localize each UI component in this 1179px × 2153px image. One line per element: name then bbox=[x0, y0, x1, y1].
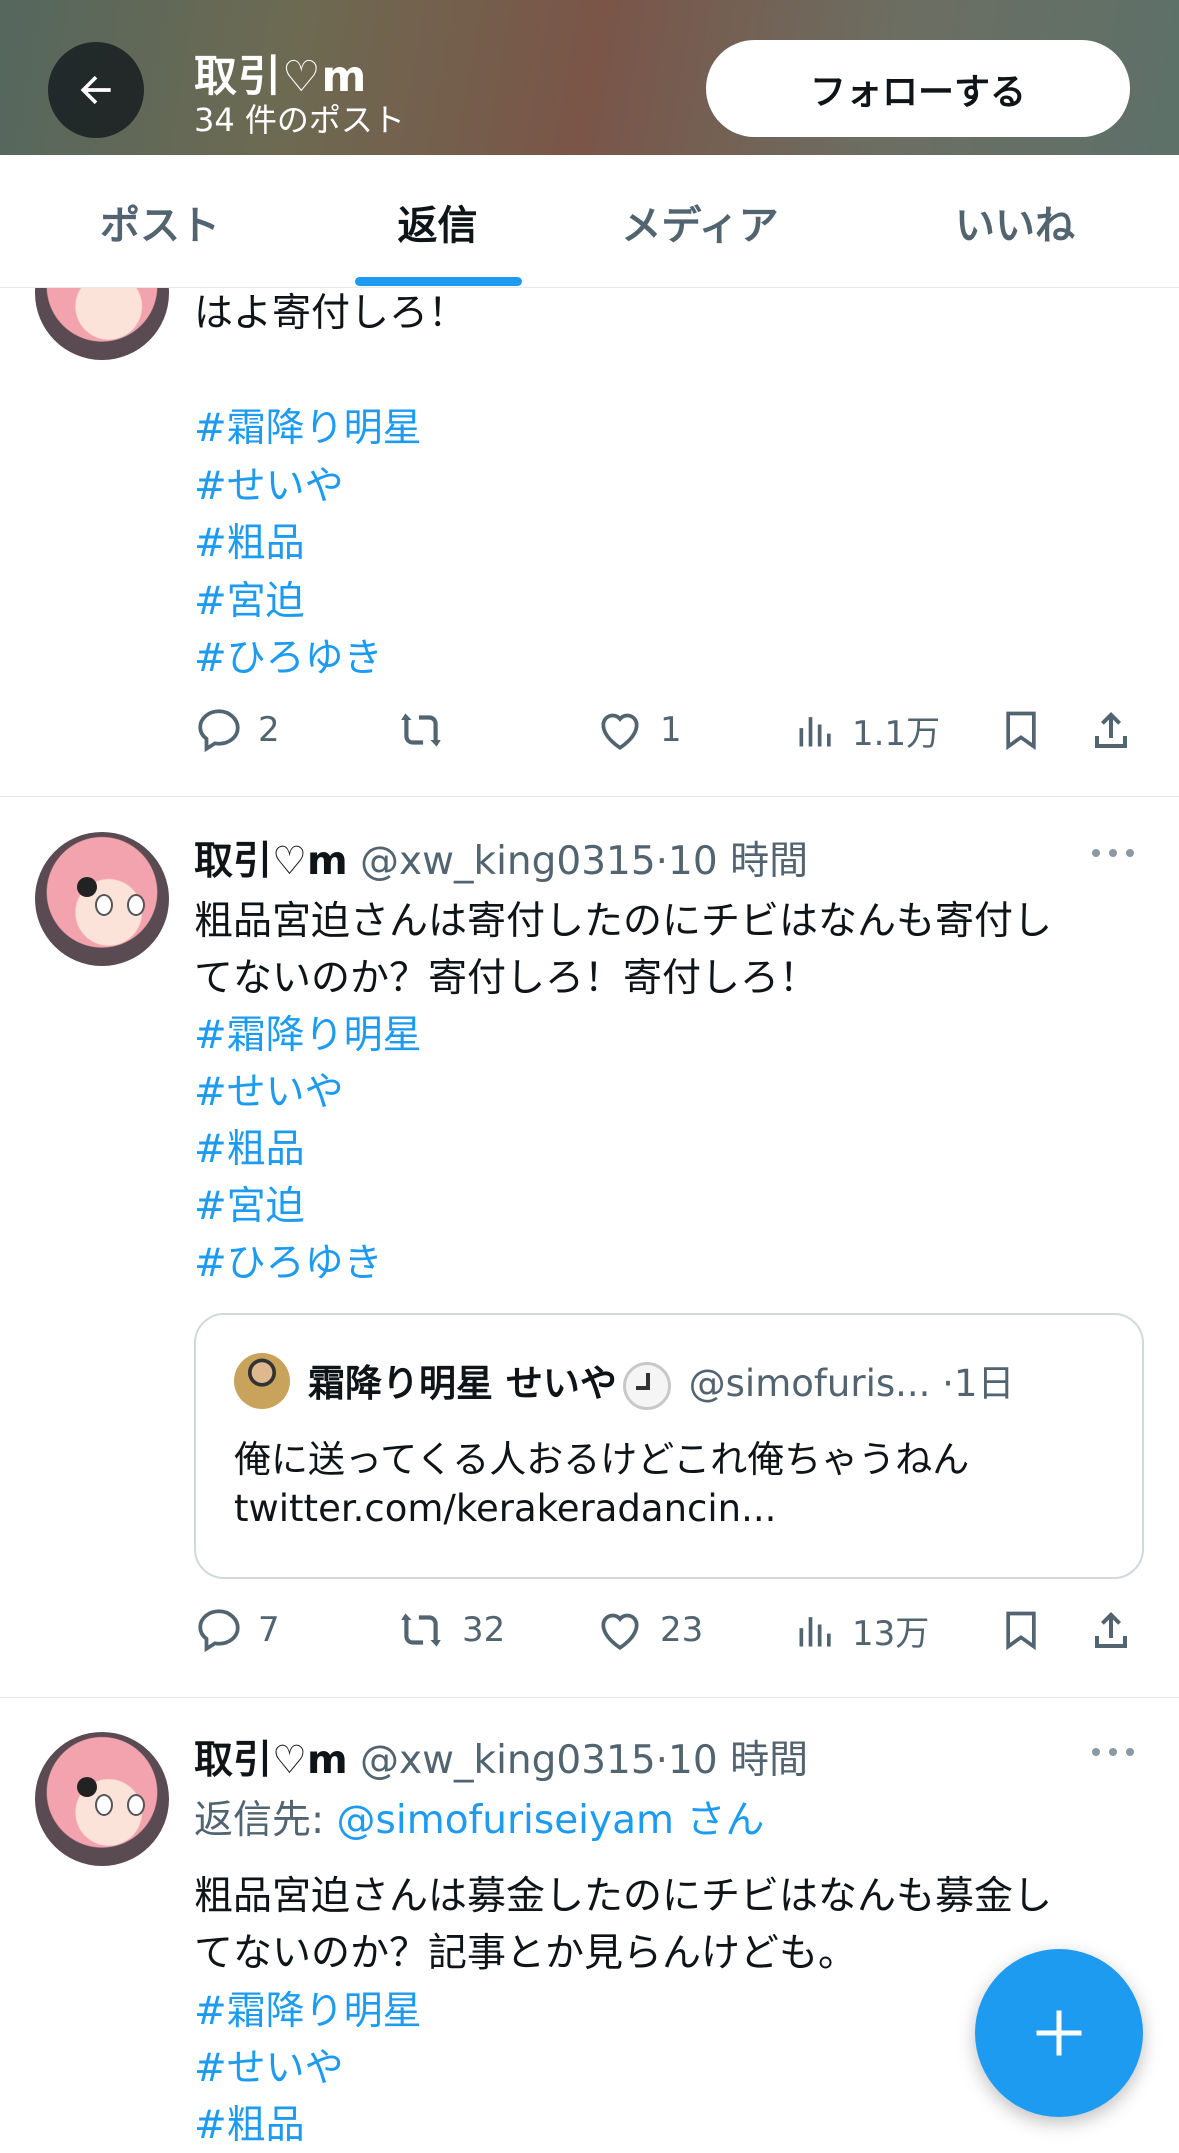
hashtag-link[interactable]: #霜降り明星 bbox=[194, 1980, 422, 2036]
quote-text-line: 俺に送ってくる人おるけどこれ俺ちゃうねん bbox=[234, 1438, 970, 1481]
bookmark-button[interactable] bbox=[999, 1600, 1043, 1660]
hashtag-link[interactable]: #ひろゆき bbox=[194, 627, 383, 683]
post-time: 10 時間 bbox=[668, 839, 809, 884]
post-actions: 2 1 1.1万 bbox=[194, 700, 1134, 760]
display-name[interactable]: 取引♡m bbox=[194, 1738, 348, 1783]
hashtag-link[interactable]: #粗品 bbox=[194, 512, 305, 568]
bookmark-icon bbox=[1006, 711, 1036, 751]
view-count: 1.1万 bbox=[852, 713, 941, 754]
reply-to-line: 返信先: @simofuriseiyam さん bbox=[194, 1789, 764, 1845]
hashtag-link[interactable]: #宮迫 bbox=[194, 570, 305, 626]
analytics-icon bbox=[799, 717, 831, 747]
quote-display-name: 霜降り明星 せいや bbox=[308, 1362, 617, 1405]
quote-header: 霜降り明星 せいや @simofuris... ·1日 bbox=[308, 1353, 1015, 1410]
share-icon bbox=[1095, 1612, 1127, 1648]
repost-count: 32 bbox=[462, 1610, 506, 1650]
like-button[interactable]: 1 bbox=[594, 700, 682, 760]
views-button[interactable]: 1.1万 bbox=[794, 700, 940, 760]
hashtag-link[interactable]: #ひろゆき bbox=[194, 1232, 383, 1288]
hashtag-link[interactable]: #せいや bbox=[194, 455, 344, 511]
post-count: 34 件のポスト bbox=[194, 101, 405, 139]
reply-to-suffix: さん bbox=[674, 1798, 765, 1843]
post-text-line: 粗品宮迫さんは寄付したのにチビはなんも寄付し bbox=[194, 899, 1053, 944]
view-count: 13万 bbox=[852, 1613, 930, 1654]
reply-count: 7 bbox=[258, 1610, 280, 1650]
post-text-line: てないのか？記事とか見らんけども。 bbox=[194, 1931, 858, 1976]
repost-button[interactable] bbox=[394, 700, 462, 760]
like-count: 1 bbox=[660, 710, 682, 750]
heart-icon bbox=[601, 1613, 639, 1650]
post-divider bbox=[0, 796, 1179, 797]
heart-icon bbox=[601, 713, 639, 750]
post-text-line: はよ寄付しろ！ bbox=[194, 291, 468, 336]
like-count: 23 bbox=[660, 1610, 704, 1650]
reply-button[interactable]: 7 bbox=[194, 1600, 280, 1660]
tab-posts[interactable]: ポスト bbox=[60, 155, 260, 288]
hashtag-link[interactable]: #粗品 bbox=[194, 2094, 305, 2150]
avatar[interactable] bbox=[35, 832, 169, 966]
avatar[interactable] bbox=[35, 1732, 169, 1866]
post-time: 10 時間 bbox=[668, 1738, 809, 1783]
bookmark-button[interactable] bbox=[999, 700, 1043, 760]
hashtag-link[interactable]: #霜降り明星 bbox=[194, 1004, 422, 1060]
views-button[interactable]: 13万 bbox=[794, 1600, 929, 1660]
reply-icon bbox=[198, 709, 240, 753]
tab-likes[interactable]: いいね bbox=[910, 155, 1120, 288]
compose-button[interactable] bbox=[975, 1949, 1143, 2117]
user-handle[interactable]: @xw_king0315 bbox=[360, 1738, 656, 1783]
reply-to-prefix: 返信先: bbox=[194, 1798, 337, 1843]
like-button[interactable]: 23 bbox=[594, 1600, 703, 1660]
repost-button[interactable]: 32 bbox=[394, 1600, 505, 1660]
hashtag-link[interactable]: #せいや bbox=[194, 2037, 344, 2093]
quote-time: 1日 bbox=[953, 1362, 1015, 1405]
quote-avatar bbox=[234, 1353, 290, 1409]
share-icon bbox=[1095, 712, 1127, 748]
tab-media[interactable]: メディア bbox=[590, 155, 810, 288]
quoted-post[interactable]: 霜降り明星 せいや @simofuris... ·1日 俺に送ってくる人おるけど… bbox=[194, 1313, 1144, 1579]
plus-icon bbox=[1036, 2010, 1082, 2056]
more-options-icon[interactable] bbox=[1092, 847, 1136, 859]
post-text-line: てないのか？寄付しろ！寄付しろ！ bbox=[194, 956, 819, 1001]
profile-tabs: ポスト 返信 メディア いいね bbox=[0, 155, 1179, 288]
hashtag-link[interactable]: #せいや bbox=[194, 1061, 344, 1117]
analytics-icon bbox=[799, 1617, 831, 1647]
reply-count: 2 bbox=[258, 710, 280, 750]
post-actions: 7 32 23 13万 bbox=[194, 1600, 1134, 1660]
arrow-left-icon bbox=[80, 75, 111, 105]
follow-button[interactable]: フォローする bbox=[706, 40, 1130, 137]
bookmark-icon bbox=[1006, 1611, 1036, 1651]
repost-icon bbox=[401, 1613, 441, 1647]
post-header: 取引♡m @xw_king0315·10 時間 bbox=[194, 1738, 809, 1783]
tab-replies[interactable]: 返信 bbox=[335, 155, 540, 288]
quote-handle: @simofuris... bbox=[688, 1362, 931, 1405]
post-header: 取引♡m @xw_king0315·10 時間 bbox=[194, 839, 809, 884]
hashtag-link[interactable]: #粗品 bbox=[194, 1118, 305, 1174]
repost-icon bbox=[401, 713, 441, 747]
quote-link[interactable]: twitter.com/kerakeradancin... bbox=[234, 1487, 776, 1530]
hashtag-link[interactable]: #霜降り明星 bbox=[194, 397, 422, 453]
profile-header: 取引♡m 34 件のポスト フォローする bbox=[0, 0, 1179, 155]
display-name[interactable]: 取引♡m bbox=[194, 839, 348, 884]
reply-icon bbox=[198, 1609, 240, 1653]
clock-emoji-icon bbox=[622, 1361, 671, 1410]
reply-button[interactable]: 2 bbox=[194, 700, 280, 760]
post-divider bbox=[0, 1697, 1179, 1698]
back-button[interactable] bbox=[48, 42, 144, 138]
user-handle[interactable]: @xw_king0315 bbox=[360, 839, 656, 884]
more-options-icon[interactable] bbox=[1092, 1746, 1136, 1758]
post-text-line: 粗品宮迫さんは募金したのにチビはなんも募金し bbox=[194, 1874, 1053, 1919]
hashtag-link[interactable]: #宮迫 bbox=[194, 1175, 305, 1231]
reply-to-user-link[interactable]: @simofuriseiyam bbox=[337, 1798, 674, 1843]
share-button[interactable] bbox=[1087, 700, 1135, 760]
share-button[interactable] bbox=[1087, 1600, 1135, 1660]
